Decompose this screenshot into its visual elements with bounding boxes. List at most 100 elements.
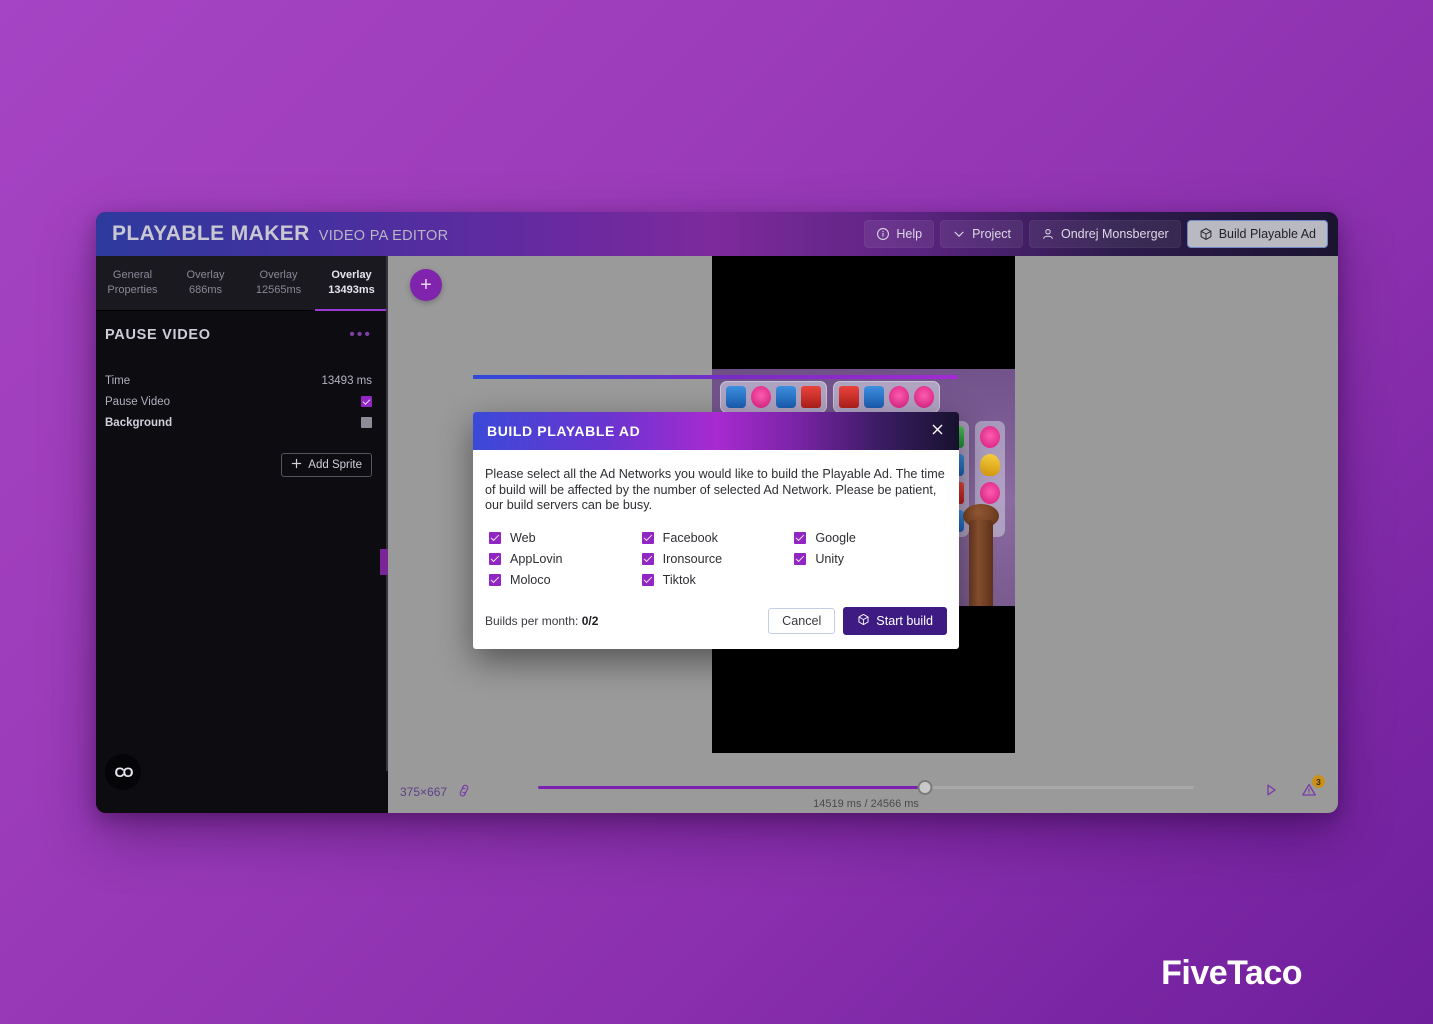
add-sprite-label: Add Sprite (308, 459, 362, 471)
ad-network-label: Google (815, 530, 856, 545)
pause-video-checkbox[interactable] (361, 396, 372, 407)
property-list: Time 13493 ms Pause Video Background (105, 370, 372, 433)
checkbox-checked-icon[interactable] (641, 573, 654, 586)
tab-line-1: Overlay (331, 269, 372, 281)
property-value: 13493 ms (321, 374, 372, 387)
ad-network-unity[interactable]: Unity (794, 552, 947, 566)
checkbox-checked-icon[interactable] (641, 531, 654, 544)
ad-network-grid-spacer (794, 573, 947, 587)
panel-title: PAUSE VIDEO (105, 327, 211, 343)
game-board (720, 381, 1007, 413)
company-logo[interactable]: CO (105, 754, 141, 790)
wood-post-decor (969, 520, 993, 606)
info-circle-icon (876, 227, 890, 241)
timeline-scrubber[interactable]: 14519 ms / 24566 ms (482, 776, 1250, 810)
ad-network-applovin[interactable]: AppLovin (489, 552, 642, 566)
cancel-button[interactable]: Cancel (768, 607, 836, 634)
modal-description: Please select all the Ad Networks you wo… (485, 467, 945, 513)
ad-network-label: Tiktok (662, 572, 696, 587)
help-button[interactable]: Help (864, 220, 935, 248)
plus-icon (291, 458, 302, 472)
warning-count-badge: 3 (1312, 775, 1325, 788)
game-tile (726, 386, 746, 408)
tab-line-2: 13493ms (328, 284, 375, 296)
modal-header: BUILD PLAYABLE AD (473, 412, 959, 450)
link-icon[interactable] (454, 781, 474, 803)
property-label: Time (105, 374, 131, 387)
tab-overlay-686ms[interactable]: Overlay 686ms (169, 256, 242, 310)
panel-overflow-menu-icon[interactable]: ••• (349, 327, 372, 343)
tile-tray (720, 381, 827, 413)
checkbox-checked-icon[interactable] (489, 552, 501, 565)
ad-network-moloco[interactable]: Moloco (489, 573, 642, 587)
panel-header: PAUSE VIDEO ••• (105, 327, 372, 344)
tab-general-properties[interactable]: General Properties (96, 256, 169, 310)
build-playable-ad-label: Build Playable Ad (1218, 227, 1316, 241)
game-tile (980, 454, 1000, 476)
ad-network-tiktok[interactable]: Tiktok (641, 572, 795, 587)
user-icon (1041, 227, 1055, 241)
ad-network-ironsource[interactable]: Ironsource (641, 551, 795, 566)
modal-footer: Builds per month: 0/2 Cancel Start build (473, 595, 959, 649)
game-tile (864, 386, 884, 408)
title-bar: PLAYABLE MAKER VIDEO PA EDITOR Help Proj… (96, 212, 1338, 256)
game-tile (914, 386, 934, 408)
game-tile (801, 386, 821, 408)
checkbox-checked-icon[interactable] (794, 552, 807, 565)
checkbox-checked-icon[interactable] (489, 573, 501, 586)
builds-per-month-label: Builds per month: (485, 613, 579, 628)
cube-icon (1199, 227, 1213, 241)
play-button[interactable] (1260, 781, 1282, 803)
project-menu-button[interactable]: Project (940, 220, 1023, 248)
help-label: Help (896, 227, 923, 241)
tile-tray (833, 381, 940, 413)
play-icon (1263, 782, 1279, 803)
ad-network-label: Facebook (662, 530, 718, 545)
close-icon[interactable] (930, 422, 945, 440)
game-tile (776, 386, 796, 408)
titlebar-actions: Help Project Ondrej Monsberger Build Pla… (864, 220, 1328, 248)
scrubber-track[interactable] (538, 780, 1194, 795)
modal-body: Please select all the Ad Networks you wo… (473, 450, 959, 595)
scrubber-fill (538, 786, 926, 789)
background-checkbox[interactable] (361, 417, 372, 428)
overlay-tabs: General Properties Overlay 686ms Overlay… (96, 256, 388, 311)
warnings-button[interactable]: 3 (1298, 775, 1325, 803)
ad-network-facebook[interactable]: Facebook (641, 530, 795, 545)
account-name-label: Ondrej Monsberger (1061, 227, 1169, 241)
project-label: Project (972, 227, 1011, 241)
build-playable-ad-button[interactable]: Build Playable Ad (1186, 220, 1328, 248)
game-tile (980, 482, 1000, 504)
property-row-background: Background (105, 412, 372, 433)
game-tile (839, 386, 859, 408)
build-playable-ad-modal: BUILD PLAYABLE AD Please select all the … (473, 412, 959, 649)
add-sprite-row: Add Sprite (105, 453, 372, 477)
checkbox-checked-icon[interactable] (489, 531, 501, 544)
property-row-time: Time 13493 ms (105, 370, 372, 391)
overlay-progress-bar (473, 375, 958, 379)
property-row-pause-video: Pause Video (105, 391, 372, 412)
sidebar-scroll-marker[interactable] (380, 549, 388, 575)
tab-line-2: 12565ms (255, 284, 302, 296)
start-build-button[interactable]: Start build (843, 606, 947, 635)
fivetaco-watermark: FiveTaco (1161, 954, 1302, 992)
add-overlay-button[interactable]: + (410, 269, 442, 301)
canvas-dimensions-label: 375×667 (400, 785, 448, 799)
pause-video-panel: PAUSE VIDEO ••• Time 13493 ms Pause Vide… (96, 311, 388, 477)
checkbox-checked-icon[interactable] (794, 531, 807, 544)
game-tile (751, 386, 771, 408)
plus-icon: + (420, 274, 432, 296)
footer-bar: CO 375×667 14519 ms / 24566 ms 3 (96, 754, 1338, 813)
scrubber-handle[interactable] (917, 780, 933, 795)
tab-overlay-12565ms[interactable]: Overlay 12565ms (242, 256, 315, 310)
account-button[interactable]: Ondrej Monsberger (1029, 220, 1181, 248)
ad-network-label: Unity (815, 551, 845, 566)
ad-network-google[interactable]: Google (794, 531, 947, 545)
ad-network-web[interactable]: Web (489, 531, 642, 545)
tab-overlay-13493ms[interactable]: Overlay 13493ms (315, 256, 388, 311)
ad-network-label: Ironsource (662, 551, 723, 566)
start-build-label: Start build (876, 613, 933, 628)
builds-per-month-value: 0/2 (581, 613, 599, 628)
add-sprite-button[interactable]: Add Sprite (281, 453, 372, 477)
checkbox-checked-icon[interactable] (641, 552, 654, 565)
